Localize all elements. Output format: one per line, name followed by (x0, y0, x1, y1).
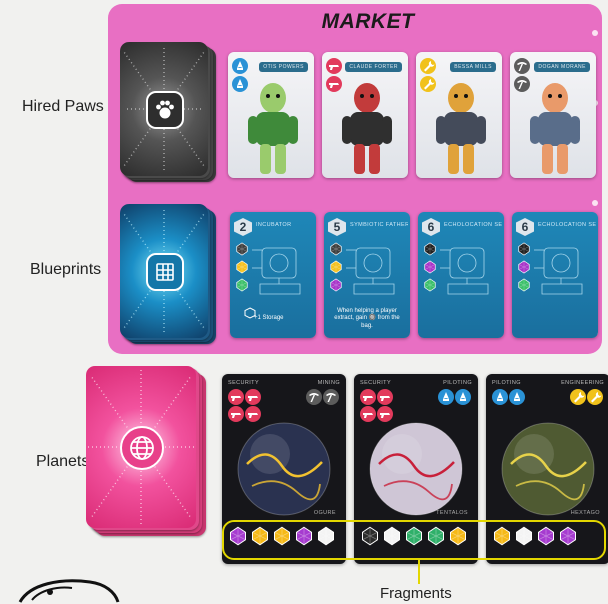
ship-icon (455, 389, 471, 405)
planets-deck[interactable] (86, 366, 206, 536)
blueprint-schematic (440, 247, 489, 295)
ship-icon (492, 389, 508, 405)
blueprint-text: When helping a player extract, gain 🔘 fr… (334, 307, 400, 329)
blueprint-name: SYMBIOTIC FATHER (350, 222, 408, 228)
hired-paw-card[interactable]: OTIS POWERS (228, 52, 314, 178)
planet-name: TENTALOS (436, 510, 468, 516)
fragments-highlight (222, 520, 606, 560)
blueprint-schematic (346, 247, 395, 295)
fragment-gem-icon (423, 260, 437, 279)
planet-left-skill-label: SECURITY (228, 380, 260, 386)
ship-icon (232, 58, 248, 74)
storage-hex-icon (244, 306, 256, 324)
fragment-gem-icon (517, 242, 531, 261)
blueprint-name: ECHOLOCATION SENSOR (538, 222, 596, 228)
card-name-banner: CLAUDE FORTER (345, 62, 402, 72)
blueprint-card[interactable]: 5 SYMBIOTIC FATHER When helping a player e… (324, 212, 410, 338)
blueprints-deck[interactable] (120, 204, 216, 344)
blueprint-cost: 5 (328, 218, 346, 236)
fragment-gem-icon (517, 260, 531, 279)
fragment-gem-icon (423, 242, 437, 261)
gun-icon (360, 389, 376, 405)
market-title: MARKET (321, 10, 415, 33)
character-art (248, 83, 298, 174)
blueprint-card[interactable]: 6 ECHOLOCATION SENSOR (418, 212, 504, 338)
blueprint-text: +1 Storage (254, 314, 284, 321)
fragment-gem-icon (329, 260, 343, 279)
hired-paw-card[interactable]: BESSA MILLS (416, 52, 502, 178)
paw-icon (146, 91, 184, 129)
character-art (342, 83, 392, 174)
planet-art (369, 422, 463, 516)
hired-paw-card[interactable]: CLAUDE FORTER (322, 52, 408, 178)
character-illustration (18, 579, 120, 603)
card-name-banner: BESSA MILLS (450, 62, 496, 72)
ship-icon (438, 389, 454, 405)
ship-icon (509, 389, 525, 405)
pickaxe-icon (306, 389, 322, 405)
planet-right-skill-label: ENGINEERING (561, 380, 604, 386)
fragment-gem-icon (423, 278, 437, 297)
blueprint-cost: 6 (516, 218, 534, 236)
gun-icon (228, 389, 244, 405)
gun-icon (245, 389, 261, 405)
gun-icon (326, 58, 342, 74)
blueprint-schematic (252, 247, 301, 295)
planet-art (237, 422, 331, 516)
fragment-gem-icon (235, 242, 249, 261)
scroll-dot (592, 200, 598, 206)
pickaxe-icon (514, 58, 530, 74)
fragments-label: Fragments (380, 585, 452, 602)
wrench-icon (570, 389, 586, 405)
fragment-gem-icon (235, 260, 249, 279)
blueprint-name: INCUBATOR (256, 222, 292, 228)
blueprint-cost: 6 (422, 218, 440, 236)
blueprint-schematic (534, 247, 583, 295)
card-name-banner: OTIS POWERS (259, 62, 308, 72)
planet-left-skill-label: SECURITY (360, 380, 392, 386)
blueprint-cost: 2 (234, 218, 252, 236)
row-label-hired-paws: Hired Paws (22, 98, 104, 115)
wrench-icon (420, 58, 436, 74)
card-name-banner: DOGAN MORANE (534, 62, 590, 72)
blueprint-icon (146, 253, 184, 291)
blueprint-name: ECHOLOCATION SENSOR (444, 222, 502, 228)
character-art (530, 83, 580, 174)
row-label-blueprints: Blueprints (30, 261, 102, 278)
hired-paw-card[interactable]: DOGAN MORANE (510, 52, 596, 178)
blueprint-card[interactable]: 2 INCUBATOR +1 Storage (230, 212, 316, 338)
planet-name: OGURE (313, 510, 336, 516)
fragment-gem-icon (235, 278, 249, 297)
globe-icon (120, 426, 164, 470)
fragments-pointer (418, 558, 420, 584)
planet-name: HEXTAGO (570, 510, 600, 516)
hired-paws-deck[interactable] (120, 42, 216, 182)
gun-icon (377, 389, 393, 405)
wrench-icon (587, 389, 603, 405)
fragment-gem-icon (329, 242, 343, 261)
blueprint-card[interactable]: 6 ECHOLOCATION SENSOR (512, 212, 598, 338)
fragment-gem-icon (329, 278, 343, 297)
character-art (436, 83, 486, 174)
planet-art (501, 422, 595, 516)
pickaxe-icon (323, 389, 339, 405)
row-label-planets: Planets (36, 453, 90, 470)
planet-right-skill-label: MINING (317, 380, 340, 386)
planet-left-skill-label: PILOTING (492, 380, 521, 386)
fragment-gem-icon (517, 278, 531, 297)
planet-right-skill-label: PILOTING (443, 380, 472, 386)
